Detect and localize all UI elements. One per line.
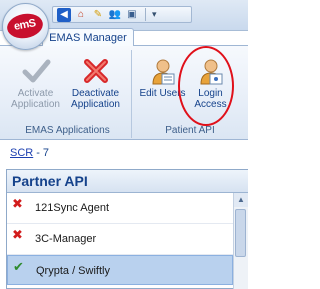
list-item-name: 121Sync Agent [35, 202, 110, 214]
check-icon: ✔ [13, 259, 24, 274]
screen-icon[interactable]: ▣ [125, 8, 139, 22]
group-emas-applications: Activate Application Deactivate Applicat… [4, 50, 132, 138]
emas-logo: emS [5, 11, 45, 41]
scroll-up-arrow-icon[interactable]: ▲ [234, 193, 248, 207]
users-icon[interactable]: 👥 [108, 8, 122, 22]
activate-application-button[interactable]: Activate Application [8, 54, 63, 110]
login-access-button[interactable]: Login Access [183, 54, 238, 110]
vertical-scrollbar[interactable]: ▲ [233, 193, 248, 289]
x-icon [68, 54, 123, 88]
edit-users-button[interactable]: Edit Users [135, 54, 190, 99]
group-label-patient-api: Patient API [165, 125, 215, 136]
ribbon: Activate Application Deactivate Applicat… [0, 45, 248, 140]
edit-users-label: Edit Users [139, 88, 186, 99]
error-x-icon: ✖ [12, 196, 23, 211]
partner-api-panel: Partner API ✖ 121Sync Agent ✖ 3C-Manager… [6, 169, 248, 289]
partner-list: ✖ 121Sync Agent ✖ 3C-Manager ✔ Qrypta / … [7, 193, 233, 285]
breadcrumb-separator: - [36, 147, 40, 159]
list-item[interactable]: ✖ 121Sync Agent [7, 193, 233, 224]
group-patient-api: Edit Users Login Access Patient API [135, 50, 245, 138]
application-orb[interactable]: emS [2, 3, 49, 50]
breadcrumb-count: 7 [42, 147, 50, 159]
back-icon[interactable]: ◀ [57, 7, 71, 22]
list-item[interactable]: ✖ 3C-Manager [7, 224, 233, 255]
breadcrumb-link-scr[interactable]: SCR [10, 147, 33, 159]
tab-emas-manager[interactable]: EMAS Manager [42, 28, 134, 46]
breadcrumb: SCR -7 [10, 147, 49, 159]
error-x-icon: ✖ [12, 227, 23, 242]
deactivate-application-button[interactable]: Deactivate Application [68, 54, 123, 110]
deactivate-application-label: Deactivate Application [71, 88, 120, 110]
panel-title: Partner API [7, 170, 248, 193]
home-icon[interactable]: ⌂ [74, 8, 88, 22]
check-icon [8, 54, 63, 88]
scrollbar-thumb[interactable] [235, 209, 246, 257]
customize-toolbar-icon[interactable]: ▾ [152, 9, 157, 20]
group-label-emas-applications: EMAS Applications [25, 125, 110, 136]
list-item-selected[interactable]: ✔ Qrypta / Swiftly [7, 255, 233, 285]
user-icon [183, 54, 238, 88]
user-icon [135, 54, 190, 88]
list-item-name: Qrypta / Swiftly [36, 265, 110, 277]
quick-access-toolbar: ◀ ⌂ ✎ 👥 ▣ ▾ [52, 6, 192, 23]
activate-application-label: Activate Application [11, 88, 60, 110]
edit-icon[interactable]: ✎ [91, 8, 105, 22]
login-access-label: Login Access [194, 88, 227, 110]
toolbar-separator [145, 8, 146, 21]
list-item-name: 3C-Manager [35, 233, 97, 245]
